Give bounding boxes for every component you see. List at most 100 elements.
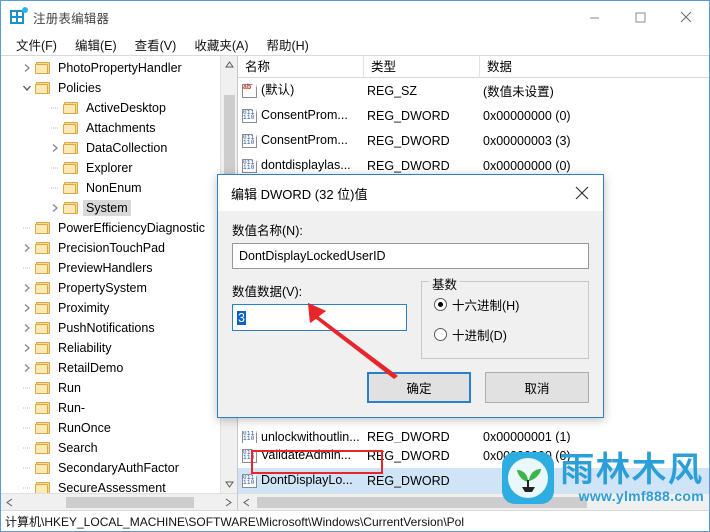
- tree-twisty-icon[interactable]: [19, 243, 35, 253]
- radio-decimal-icon: [434, 328, 447, 341]
- tree-twisty-icon[interactable]: [19, 443, 35, 453]
- folder-icon: [35, 301, 50, 315]
- tree-twisty-icon[interactable]: [19, 483, 35, 493]
- list-horizontal-scrollbar[interactable]: [238, 493, 709, 510]
- tree-twisty-icon[interactable]: [47, 203, 63, 213]
- radio-hexadecimal[interactable]: 十六进制(H): [434, 295, 578, 314]
- table-row[interactable]: 011 110 unlockwithoutlin... REG_DWORD 0x0000…: [238, 431, 709, 443]
- tree-scroll-left-icon[interactable]: [1, 494, 18, 511]
- tree-twisty-icon[interactable]: [47, 163, 63, 173]
- tree-twisty-icon[interactable]: [19, 343, 35, 353]
- tree-twisty-icon[interactable]: [19, 383, 35, 393]
- tree-twisty-icon[interactable]: [19, 403, 35, 413]
- column-header-data[interactable]: 数据: [480, 56, 709, 78]
- value-data-cell: 0x00000003 (3): [483, 133, 571, 148]
- tree-node-label: RunOnce: [58, 421, 111, 435]
- tree-node[interactable]: PreviewHandlers: [1, 258, 220, 278]
- tree-node-label: Attachments: [86, 121, 156, 135]
- value-data-cell: 0x00000000 (0): [483, 108, 571, 123]
- close-icon[interactable]: [561, 175, 603, 211]
- tree-node[interactable]: PowerEfficiencyDiagnostic: [1, 218, 220, 238]
- tree-twisty-icon[interactable]: [19, 263, 35, 273]
- tree-twisty-icon[interactable]: [47, 183, 63, 193]
- tree-twisty-icon[interactable]: [47, 123, 63, 133]
- tree-twisty-icon[interactable]: [19, 223, 35, 233]
- string-value-icon: ab: [242, 83, 257, 98]
- folder-icon: [35, 241, 50, 255]
- list-scroll-left-icon[interactable]: [238, 494, 255, 511]
- tree-twisty-icon[interactable]: [19, 283, 35, 293]
- tree-twisty-icon[interactable]: [19, 63, 35, 73]
- tree-node[interactable]: ActiveDesktop: [1, 98, 220, 118]
- tree-twisty-icon[interactable]: [19, 303, 35, 313]
- menu-help[interactable]: 帮助(H): [257, 33, 317, 56]
- tree-node[interactable]: Policies: [1, 78, 220, 98]
- tree-twisty-icon[interactable]: [47, 103, 63, 113]
- tree-node[interactable]: Run-: [1, 398, 220, 418]
- table-row[interactable]: 011 110 DontDisplayLo... REG_DWORD: [238, 468, 709, 493]
- tree-twisty-icon[interactable]: [19, 323, 35, 333]
- minimize-button[interactable]: [571, 1, 617, 33]
- table-row[interactable]: 011 110 ConsentProm... REG_DWORD 0x00000000 …: [238, 103, 709, 128]
- radio-decimal[interactable]: 十进制(D): [434, 325, 578, 344]
- list-hscroll-thumb[interactable]: [257, 496, 587, 508]
- tree-twisty-icon[interactable]: [19, 83, 35, 93]
- tree-node[interactable]: SecondaryAuthFactor: [1, 458, 220, 478]
- ok-button[interactable]: 确定: [367, 372, 471, 403]
- table-row[interactable]: 011 110 ValidateAdmin... REG_DWORD 0x0000000…: [238, 443, 709, 468]
- maximize-button[interactable]: [617, 1, 663, 33]
- tree-scroll-right-icon[interactable]: [220, 494, 237, 511]
- value-data-label: 数值数据(V):: [232, 285, 303, 299]
- status-path: 计算机\HKEY_LOCAL_MACHINE\SOFTWARE\Microsof…: [5, 514, 465, 529]
- column-header-type[interactable]: 类型: [364, 55, 480, 78]
- value-data-input[interactable]: 3: [232, 304, 407, 331]
- tree-twisty-icon[interactable]: [19, 463, 35, 473]
- tree-node[interactable]: DataCollection: [1, 138, 220, 158]
- menu-edit[interactable]: 编辑(E): [66, 33, 126, 56]
- tree-node[interactable]: PhotoPropertyHandler: [1, 58, 220, 78]
- tree-node[interactable]: RunOnce: [1, 418, 220, 438]
- title-bar: 注册表编辑器: [1, 1, 709, 33]
- table-row[interactable]: ab (默认) REG_SZ (数值未设置): [238, 78, 709, 103]
- close-button[interactable]: [663, 1, 709, 33]
- tree-node-label: Proximity: [58, 301, 110, 315]
- dialog-body: 数值名称(N): DontDisplayLockedUserID 数值数据(V)…: [218, 211, 603, 372]
- dialog-title: 编辑 DWORD (32 位)值: [231, 186, 368, 202]
- value-data-text: 3: [237, 310, 246, 325]
- tree-node[interactable]: Run: [1, 378, 220, 398]
- folder-icon: [35, 401, 50, 415]
- value-data-cell: 0x00000000 (0): [483, 448, 571, 463]
- cancel-button[interactable]: 取消: [485, 372, 589, 403]
- tree-horizontal-scrollbar[interactable]: [1, 493, 237, 510]
- tree-node[interactable]: Attachments: [1, 118, 220, 138]
- tree-hscroll-thumb[interactable]: [66, 496, 194, 508]
- tree-twisty-icon[interactable]: [19, 423, 35, 433]
- tree-node[interactable]: PropertySystem: [1, 278, 220, 298]
- menu-view[interactable]: 查看(V): [126, 33, 186, 56]
- dialog-buttons: 确定 取消: [218, 372, 603, 417]
- tree-node[interactable]: NonEnum: [1, 178, 220, 198]
- tree-node[interactable]: Explorer: [1, 158, 220, 178]
- value-name-cell: (默认): [261, 83, 295, 97]
- tree-twisty-icon[interactable]: [47, 143, 63, 153]
- column-header-name[interactable]: 名称: [238, 55, 364, 78]
- tree-node[interactable]: RetailDemo: [1, 358, 220, 378]
- folder-icon: [63, 181, 78, 195]
- value-type-cell: REG_DWORD: [367, 158, 450, 173]
- table-row[interactable]: 011 110 ConsentProm... REG_DWORD 0x00000003 …: [238, 128, 709, 153]
- tree-twisty-icon[interactable]: [19, 363, 35, 373]
- tree-node[interactable]: Reliability: [1, 338, 220, 358]
- value-name-input[interactable]: DontDisplayLockedUserID: [232, 243, 589, 269]
- tree-node[interactable]: Search: [1, 438, 220, 458]
- tree-node[interactable]: PrecisionTouchPad: [1, 238, 220, 258]
- menu-favorites[interactable]: 收藏夹(A): [185, 33, 257, 56]
- tree-scroll-down-icon[interactable]: [221, 476, 238, 493]
- tree-scroll-up-icon[interactable]: [221, 56, 238, 73]
- menu-file[interactable]: 文件(F): [7, 33, 66, 56]
- tree-node[interactable]: Proximity: [1, 298, 220, 318]
- tree-node-label: PushNotifications: [58, 321, 155, 335]
- tree-node[interactable]: SecureAssessment: [1, 478, 220, 493]
- tree-node[interactable]: PushNotifications: [1, 318, 220, 338]
- tree-node[interactable]: System: [1, 198, 220, 218]
- value-type-cell: REG_SZ: [367, 83, 418, 98]
